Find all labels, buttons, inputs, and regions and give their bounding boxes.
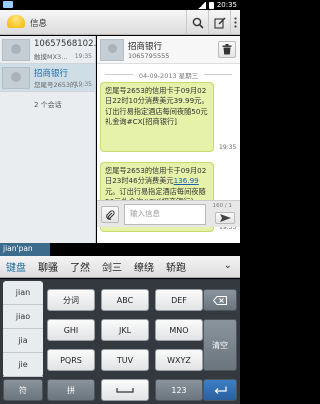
screen: 20:35 信息 10657568102… 触摸MX3… 19:35 招商银行 … <box>0 0 240 404</box>
send-button[interactable] <box>215 212 235 224</box>
key-mno[interactable]: MNO <box>155 319 203 341</box>
conversation-name: 10657568102… <box>34 39 102 49</box>
key-segment[interactable]: 分词 <box>47 289 95 311</box>
battery-icon <box>208 1 214 9</box>
message-bubble[interactable]: 您尾号2653的信用卡于09月02日22时10分消费美元39.99元。订出行易指… <box>100 82 214 152</box>
candidate[interactable]: 了然 <box>64 259 96 274</box>
action-bar: 信息 <box>0 10 240 35</box>
pinyin-option[interactable]: jie <box>3 353 43 377</box>
date-separator: 04-09-2013 星期三 <box>97 70 240 80</box>
message-text: 您尾号2653的信用卡于09月02日22时10分消费美元39.99元。订出行易指… <box>105 86 209 126</box>
search-icon <box>192 17 204 29</box>
attach-button[interactable] <box>101 206 119 223</box>
key-wxyz[interactable]: WXYZ <box>155 349 203 371</box>
conversation-count: 2 个会话 <box>34 101 62 109</box>
signal-icon <box>197 1 206 9</box>
delete-thread-button[interactable] <box>218 41 236 58</box>
key-abc[interactable]: ABC <box>101 289 149 311</box>
space-key[interactable] <box>101 379 149 401</box>
compose-icon <box>213 17 225 29</box>
chevron-down-icon[interactable]: ⌄ <box>224 260 232 271</box>
candidate[interactable]: 聊骚 <box>32 259 64 274</box>
space-icon <box>116 388 134 393</box>
conversation-name: 招商银行 <box>34 69 69 79</box>
key-ghi[interactable]: GHI <box>47 319 95 341</box>
more-vertical-icon <box>234 17 237 28</box>
conversation-time: 19:35 <box>74 81 92 88</box>
search-button[interactable] <box>186 10 208 35</box>
app-title: 信息 <box>30 19 48 29</box>
candidate[interactable]: 剑三 <box>96 259 128 274</box>
conversation-item[interactable]: 10657568102… 触摸MX3… 19:35 <box>0 36 102 64</box>
status-bar: 20:35 <box>0 0 240 10</box>
candidate[interactable]: 轿跑 <box>160 259 192 274</box>
clear-key[interactable]: 清空 <box>203 319 237 371</box>
conversation-list: 10657568102… 触摸MX3… 19:35 招商银行 您尾号2653的…… <box>0 36 102 243</box>
compose-bar: 输入信息 160 / 1 <box>97 200 240 227</box>
avatar <box>2 39 30 61</box>
conversation-item-selected[interactable]: 招商银行 您尾号2653的… 19:35 <box>0 64 95 92</box>
numbers-key[interactable]: 123 <box>155 379 203 401</box>
character-counter: 160 / 1 <box>212 203 232 209</box>
symbol-key[interactable]: 符 <box>3 379 43 401</box>
enter-icon <box>214 386 227 394</box>
candidate[interactable]: 键盘 <box>0 259 32 274</box>
backspace-key[interactable] <box>203 289 237 311</box>
keyboard: jian jiao jia jie 分词 ABC DEF GHI JKL MNO… <box>0 279 240 404</box>
status-time: 20:35 <box>216 1 237 9</box>
new-message-button[interactable] <box>208 10 230 35</box>
key-jkl[interactable]: JKL <box>101 319 149 341</box>
message-time: 19:35 <box>219 144 237 151</box>
pinyin-option[interactable]: jiao <box>3 305 43 329</box>
pinyin-option[interactable]: jian <box>3 281 43 305</box>
send-icon <box>219 214 231 222</box>
pinyin-mode-key[interactable]: 拼 <box>47 379 95 401</box>
message-link[interactable]: 136.99 <box>174 176 199 185</box>
avatar <box>2 67 30 89</box>
key-def[interactable]: DEF <box>155 289 203 311</box>
ime-composing-text: jian'pan <box>0 243 50 256</box>
notification-icon <box>3 1 13 8</box>
candidate[interactable]: 缭绕 <box>128 259 160 274</box>
contact-name: 招商银行 <box>128 42 163 52</box>
backspace-icon <box>213 295 227 305</box>
thread-header: 招商银行 1065795555 <box>97 36 240 64</box>
contact-avatar[interactable] <box>100 39 124 61</box>
enter-key[interactable] <box>203 379 237 401</box>
pinyin-option[interactable]: jia <box>3 329 43 353</box>
messages-app-icon <box>7 15 25 28</box>
paperclip-icon <box>106 209 115 220</box>
message-input[interactable]: 输入信息 <box>124 204 206 225</box>
conversation-time: 19:35 <box>74 53 92 60</box>
pinyin-options: jian jiao jia jie <box>3 281 43 377</box>
candidate-bar: 键盘 聊骚 了然 剑三 缭绕 轿跑 ⌄ <box>0 256 240 278</box>
overflow-menu-button[interactable] <box>230 10 240 35</box>
trash-icon <box>222 44 232 55</box>
key-tuv[interactable]: TUV <box>101 349 149 371</box>
contact-number: 1065795555 <box>128 52 170 60</box>
key-pqrs[interactable]: PQRS <box>47 349 95 371</box>
